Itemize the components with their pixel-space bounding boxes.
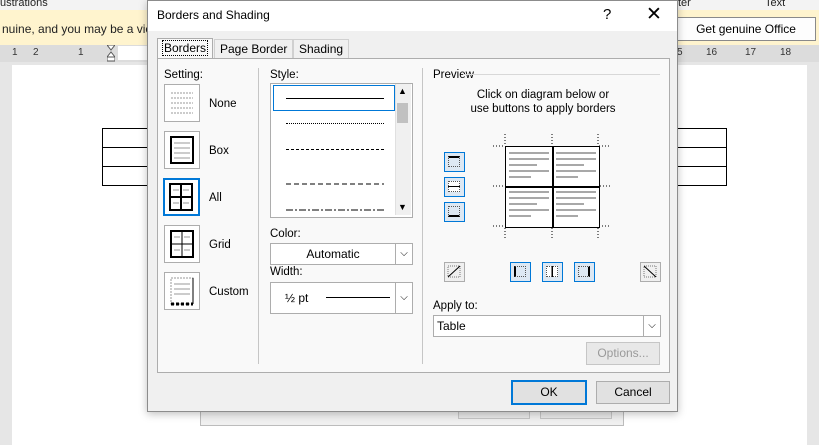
diagonal-down-icon bbox=[447, 265, 461, 278]
document-table-right[interactable] bbox=[676, 128, 727, 186]
style-option-dashed-small[interactable] bbox=[286, 149, 384, 150]
width-label: Width: bbox=[270, 266, 303, 278]
setting-none-label[interactable]: None bbox=[209, 98, 237, 110]
setting-all-button[interactable] bbox=[163, 178, 200, 216]
style-option-dashed[interactable] bbox=[286, 174, 384, 188]
scroll-up-arrow-icon[interactable]: ▲ bbox=[398, 86, 407, 96]
setting-none-icon bbox=[171, 92, 193, 114]
diagonal-up-icon bbox=[643, 265, 657, 278]
borders-and-shading-dialog: Borders and Shading ? ✕ Borders Page Bor… bbox=[147, 0, 678, 412]
preview-divider bbox=[463, 74, 660, 75]
column-divider bbox=[422, 68, 423, 364]
setting-all-label[interactable]: All bbox=[209, 192, 222, 204]
ruler-number: 16 bbox=[706, 47, 718, 58]
color-label: Color: bbox=[270, 228, 301, 240]
column-divider bbox=[258, 68, 259, 364]
top-border-button[interactable] bbox=[444, 152, 465, 172]
cancel-button[interactable]: Cancel bbox=[596, 381, 670, 404]
tab-page-border[interactable]: Page Border bbox=[214, 39, 294, 59]
diagonal-up-border-button[interactable] bbox=[640, 262, 661, 282]
tab-shading[interactable]: Shading bbox=[293, 39, 350, 59]
apply-to-value: Table bbox=[437, 319, 466, 333]
ruler-number: 1 bbox=[78, 47, 84, 58]
tab-borders[interactable]: Borders bbox=[157, 38, 214, 60]
ruler-number: 2 bbox=[33, 47, 39, 58]
color-combo[interactable]: Automatic ⌵ bbox=[270, 243, 413, 265]
options-button[interactable]: Options... bbox=[586, 342, 660, 365]
setting-box-button[interactable] bbox=[164, 131, 200, 169]
width-line-sample bbox=[326, 297, 390, 298]
setting-custom-icon bbox=[170, 277, 194, 306]
diagonal-down-border-button[interactable] bbox=[444, 262, 465, 282]
style-scrollbar-thumb[interactable] bbox=[397, 103, 408, 123]
setting-custom-button[interactable] bbox=[164, 272, 200, 310]
setting-label: Setting: bbox=[164, 69, 203, 81]
infobar-message: nuine, and you may be a vic bbox=[2, 22, 152, 36]
inside-horizontal-border-button[interactable] bbox=[444, 177, 465, 197]
scroll-down-arrow-icon[interactable]: ▼ bbox=[398, 202, 407, 212]
left-border-button[interactable] bbox=[510, 262, 531, 282]
width-combo[interactable]: ½ pt ⌵ bbox=[270, 282, 413, 314]
ruler-number: 17 bbox=[745, 47, 757, 58]
preview-instructions: Click on diagram below or use buttons to… bbox=[470, 89, 616, 115]
inside-vertical-border-button[interactable] bbox=[542, 262, 563, 282]
width-dropdown-chevron-icon[interactable]: ⌵ bbox=[395, 283, 412, 313]
apply-to-dropdown-chevron-icon[interactable]: ⌵ bbox=[643, 316, 660, 336]
setting-grid-label[interactable]: Grid bbox=[209, 239, 231, 251]
tab-borders-label: Borders bbox=[161, 40, 209, 56]
indent-marker-icon[interactable] bbox=[105, 44, 117, 62]
ribbon-illustrations-label[interactable]: ustrations bbox=[0, 0, 48, 9]
setting-box-icon bbox=[170, 136, 194, 164]
color-value: Automatic bbox=[306, 247, 360, 261]
style-option-dash-dot[interactable] bbox=[286, 200, 384, 214]
style-option-dotted[interactable] bbox=[286, 123, 384, 124]
tab-shading-label: Shading bbox=[299, 42, 344, 56]
style-label: Style: bbox=[270, 69, 299, 81]
bottom-border-button[interactable] bbox=[444, 202, 465, 222]
setting-grid-icon bbox=[170, 230, 194, 258]
ribbon-text-label[interactable]: Text bbox=[765, 0, 785, 9]
setting-all-icon bbox=[169, 183, 193, 211]
dialog-title: Borders and Shading bbox=[157, 8, 270, 22]
ok-button[interactable]: OK bbox=[511, 380, 587, 405]
width-value: ½ pt bbox=[285, 291, 309, 305]
apply-to-label: Apply to: bbox=[433, 300, 478, 312]
setting-grid-button[interactable] bbox=[164, 225, 200, 263]
setting-box-label[interactable]: Box bbox=[209, 145, 229, 157]
ribbon-group-label[interactable]: ter bbox=[678, 0, 691, 9]
get-genuine-office-button[interactable]: Get genuine Office bbox=[676, 17, 816, 41]
close-button[interactable]: ✕ bbox=[646, 3, 662, 26]
right-border-button[interactable] bbox=[574, 262, 595, 282]
style-option-solid[interactable] bbox=[286, 98, 384, 99]
tab-page-border-label: Page Border bbox=[220, 42, 288, 56]
ruler-number: 1 bbox=[12, 47, 18, 58]
ruler-number: 18 bbox=[780, 47, 792, 58]
setting-custom-label[interactable]: Custom bbox=[209, 286, 249, 298]
help-button[interactable]: ? bbox=[603, 6, 611, 23]
preview-label: Preview bbox=[433, 69, 474, 81]
document-table-left[interactable] bbox=[102, 128, 150, 186]
setting-none-button[interactable] bbox=[164, 84, 200, 122]
apply-to-combo[interactable]: Table ⌵ bbox=[433, 315, 661, 337]
preview-corner-marks bbox=[493, 134, 611, 238]
color-dropdown-chevron-icon[interactable]: ⌵ bbox=[395, 244, 412, 264]
